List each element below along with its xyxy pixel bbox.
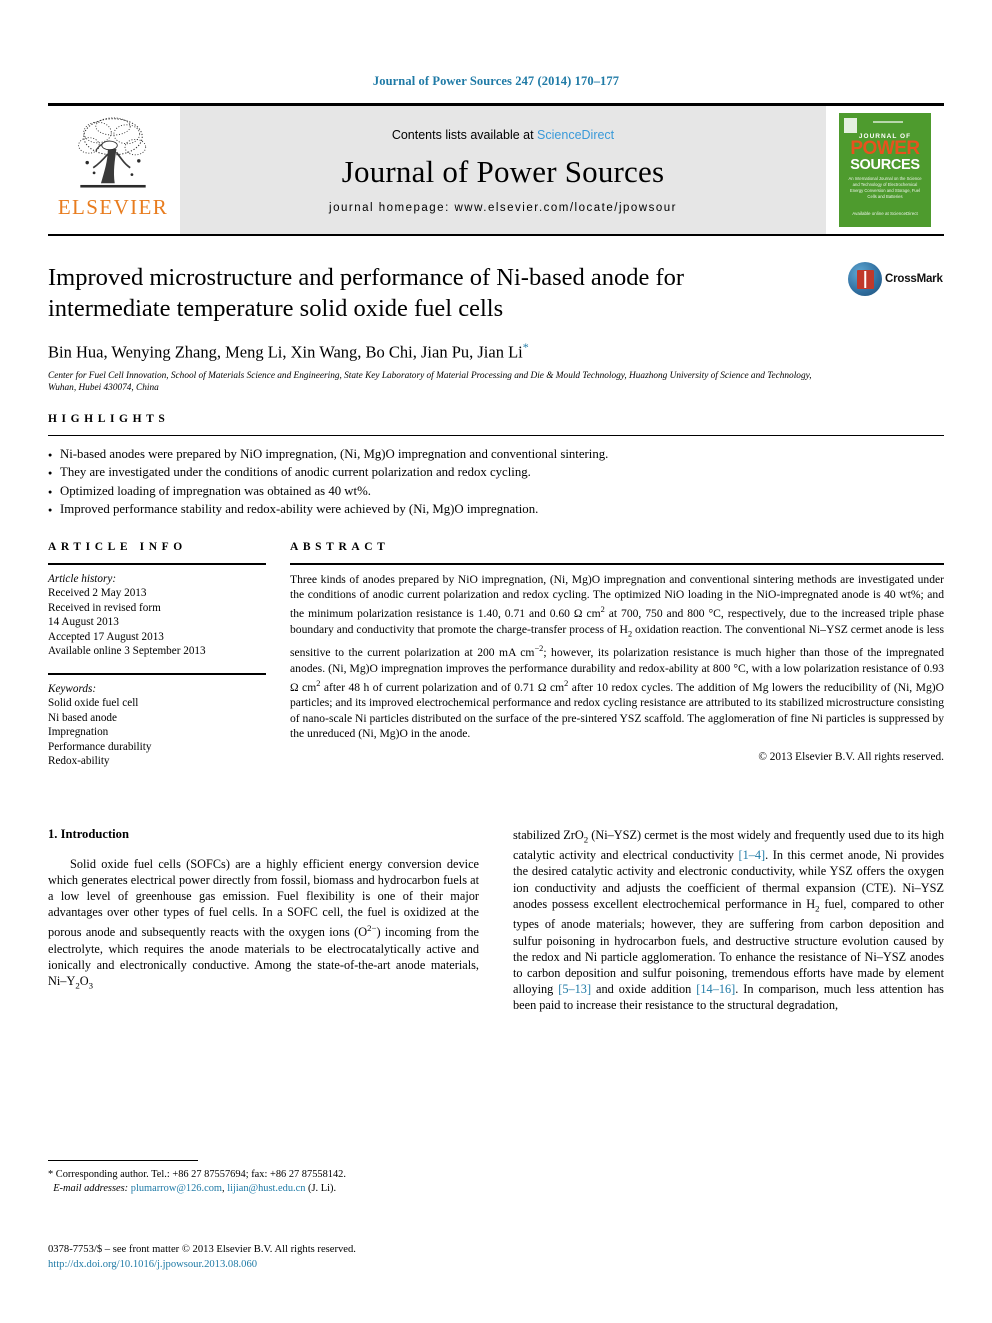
email-link-2[interactable]: lijian@hust.edu.cn [227,1183,305,1194]
history-line: 14 August 2013 [48,616,119,628]
article-history-title: Article history: [48,572,117,585]
affiliation: Center for Fuel Cell Innovation, School … [48,370,812,394]
list-item: Optimized loading of impregnation was ob… [48,482,944,501]
doi-link[interactable]: http://dx.doi.org/10.1016/j.jpowsour.201… [48,1258,508,1273]
contents-available-line: Contents lists available at ScienceDirec… [392,128,614,142]
highlights-label: HIGHLIGHTS [48,412,170,425]
keyword-item: Ni based anode [48,711,117,724]
page-title: Improved microstructure and performance … [48,264,685,322]
keywords-box: Keywords: Solid oxide fuel cell Ni based… [48,672,266,769]
journal-cover-thumbnail: JOURNAL OF POWER SOURCES An Internationa… [839,113,931,227]
email-suffix: (J. Li). [308,1183,337,1194]
crossmark-badge-wrap[interactable]: CrossMark [848,262,944,308]
highlights-list: Ni-based anodes were prepared by NiO imp… [48,434,944,519]
running-head: Journal of Power Sources 247 (2014) 170–… [372,74,620,88]
body-column-left: 1. Introduction Solid oxide fuel cells (… [48,827,479,1014]
history-line: Accepted 17 August 2013 [48,630,164,643]
intro-paragraph-left: Solid oxide fuel cells (SOFCs) are a hig… [48,856,479,991]
highlights-section: HIGHLIGHTS Ni-based anodes were prepared… [48,395,944,519]
history-line: Received 2 May 2013 [48,587,147,599]
keyword-item: Impregnation [48,726,109,738]
history-line: Available online 3 September 2013 [48,645,206,657]
crossmark-badge[interactable]: CrossMark [848,262,944,296]
title-area: CrossMark Improved microstructure and pe… [48,262,944,395]
info-abstract-section: ARTICLE INFO Article history: Received 2… [48,541,944,769]
abstract-copyright: © 2013 Elsevier B.V. All rights reserved… [758,751,944,764]
section-heading-introduction: 1. Introduction [48,826,129,841]
cover-line3: SOURCES [850,157,920,173]
citation-link[interactable]: [5–13] [558,982,591,996]
crossmark-book-icon [856,269,874,289]
elsevier-logo-block: ELSEVIER [48,106,178,234]
journal-cover-block: JOURNAL OF POWER SOURCES An Internationa… [826,106,944,234]
article-history-box: Article history: Received 2 May 2013 Rec… [48,562,266,659]
cover-footer: Available online at ScienceDirect [852,211,918,216]
email-label: E-mail addresses: [53,1183,129,1194]
email-note: E-mail addresses: plumarrow@126.com, lij… [53,1183,337,1194]
contents-prefix: Contents lists available at [391,128,538,142]
journal-title: Journal of Power Sources [341,154,665,189]
keyword-item: Performance durability [48,740,152,753]
journal-banner: Contents lists available at ScienceDirec… [180,106,826,234]
elsevier-tree-icon [78,117,147,188]
corresponding-author-note: * Corresponding author. Tel.: +86 27 875… [48,1169,346,1180]
list-item: They are investigated under the conditio… [48,463,944,482]
abstract-text: Three kinds of anodes prepared by NiO im… [290,572,944,741]
author-names: Bin Hua, Wenying Zhang, Meng Li, Xin Wan… [48,342,523,362]
history-line: Received in revised form [48,601,161,614]
elsevier-wordmark: ELSEVIER [57,195,169,219]
email-link-1[interactable]: plumarrow@126.com [131,1183,222,1194]
footnote-rule [48,1160,198,1161]
page-footer: 0378-7753/$ – see front matter © 2013 El… [48,1243,508,1272]
cover-topline [873,121,903,123]
sciencedirect-link[interactable]: ScienceDirect [537,128,614,142]
journal-masthead: ELSEVIER Contents lists available at Sci… [48,103,944,236]
cover-elsevier-icon [844,118,857,133]
author-list: Bin Hua, Wenying Zhang, Meng Li, Xin Wan… [48,340,944,363]
keyword-item: Solid oxide fuel cell [48,697,139,709]
article-info-column: ARTICLE INFO Article history: Received 2… [48,541,266,769]
paper-page: Journal of Power Sources 247 (2014) 170–… [0,0,992,1323]
footnote-area: * Corresponding author. Tel.: +86 27 875… [48,1160,478,1196]
list-item: Improved performance stability and redox… [48,500,944,519]
abstract-label: ABSTRACT [290,540,390,553]
body-column-right: stabilized ZrO2 (Ni–YSZ) cermet is the m… [513,827,944,1014]
cover-subtitle: An International Journal on the Science … [848,176,922,199]
list-item: Ni-based anodes were prepared by NiO imp… [48,445,944,464]
abstract-box: Three kinds of anodes prepared by NiO im… [290,562,944,764]
article-info-label: ARTICLE INFO [48,540,187,553]
body-columns: 1. Introduction Solid oxide fuel cells (… [48,827,944,1014]
journal-homepage-url[interactable]: journal homepage: www.elsevier.com/locat… [180,202,826,216]
keywords-title: Keywords: [48,682,97,695]
corresponding-author-marker[interactable]: * [523,340,529,354]
crossmark-circle-icon [848,262,882,296]
cover-line2: POWER [850,138,920,159]
crossmark-label: CrossMark [885,273,943,285]
issn-line: 0378-7753/$ – see front matter © 2013 El… [48,1244,356,1255]
intro-paragraph-right: stabilized ZrO2 (Ni–YSZ) cermet is the m… [513,827,944,1013]
citation-link[interactable]: [1–4] [739,848,766,862]
citation-link[interactable]: [14–16] [696,982,735,996]
keyword-item: Redox-ability [48,755,110,767]
abstract-column: ABSTRACT Three kinds of anodes prepared … [290,541,944,769]
